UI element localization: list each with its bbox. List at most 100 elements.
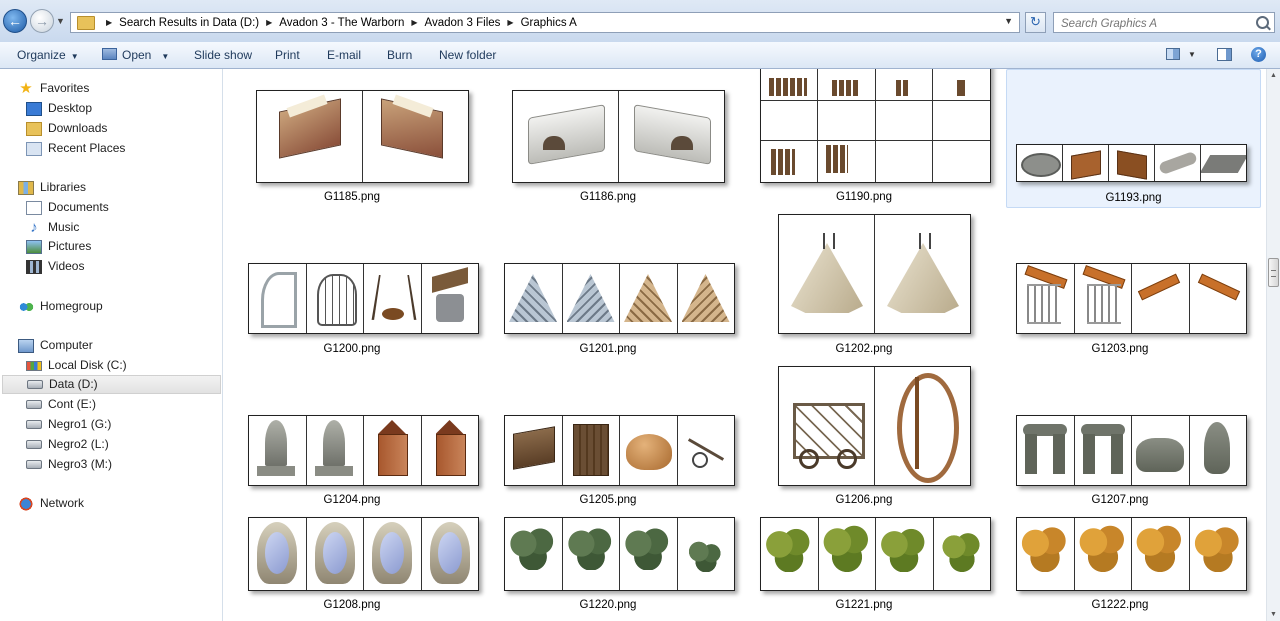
scroll-up-icon[interactable]: ▲ [1270, 72, 1277, 79]
sidebar-item-videos[interactable]: Videos [26, 257, 84, 276]
burn-button[interactable]: Burn [387, 48, 412, 62]
hard-disk-icon [26, 400, 42, 409]
file-name[interactable]: G1208.png [224, 599, 480, 611]
file-name[interactable]: G1190.png [736, 191, 992, 203]
forward-button[interactable]: → [30, 9, 54, 33]
file-name[interactable]: G1220.png [480, 599, 736, 611]
file-item[interactable]: G1208.png [224, 515, 480, 621]
file-item[interactable]: G1201.png [480, 212, 736, 362]
organize-button[interactable]: Organize ▼ [17, 48, 79, 62]
file-item[interactable]: G1190.png [736, 69, 992, 209]
chevron-right-icon[interactable]: ▶ [411, 18, 417, 27]
chevron-right-icon[interactable]: ▶ [106, 18, 112, 27]
file-item[interactable]: G1202.png [736, 212, 992, 362]
file-item[interactable]: G1221.png [736, 515, 992, 621]
sidebar-item-label: Recent Places [48, 141, 126, 155]
file-name[interactable]: G1186.png [480, 191, 736, 203]
breadcrumb-item[interactable]: Avadon 3 Files [425, 17, 501, 29]
hard-disk-icon [26, 420, 42, 429]
file-thumbnail [248, 415, 479, 486]
sidebar-item-negro3-m[interactable]: Negro3 (M:) [26, 455, 112, 474]
recent-pages-dropdown-icon[interactable]: ▼ [56, 16, 65, 26]
file-item[interactable]: G1222.png [992, 515, 1248, 621]
vertical-scrollbar[interactable]: ▲ ▼ [1266, 69, 1280, 621]
file-name[interactable]: G1200.png [224, 343, 480, 355]
file-item[interactable]: G1206.png [736, 365, 992, 513]
sidebar-item-desktop[interactable]: Desktop [26, 99, 92, 118]
file-thumbnail [1016, 517, 1247, 591]
hard-disk-icon [26, 440, 42, 449]
file-item[interactable]: G1205.png [480, 365, 736, 513]
file-item[interactable]: G1204.png [224, 365, 480, 513]
file-name[interactable]: G1201.png [480, 343, 736, 355]
breadcrumb-item[interactable]: Avadon 3 - The Warborn [279, 17, 404, 29]
refresh-button[interactable]: ↻ [1025, 12, 1046, 33]
address-field[interactable]: ▶ Search Results in Data (D:) ▶ Avadon 3… [70, 12, 1020, 33]
file-item[interactable]: G1200.png [224, 212, 480, 362]
breadcrumb-item[interactable]: Graphics A [521, 17, 577, 29]
sidebar-item-negro2-l[interactable]: Negro2 (L:) [26, 435, 109, 454]
file-name[interactable]: G1193.png [1007, 192, 1260, 204]
file-item[interactable]: G1220.png [480, 515, 736, 621]
chevron-right-icon[interactable]: ▶ [266, 18, 272, 27]
sidebar-item-favorites[interactable]: ★ Favorites [18, 79, 89, 98]
sidebar-item-negro1-g[interactable]: Negro1 (G:) [26, 415, 111, 434]
sidebar-item-pictures[interactable]: Pictures [26, 237, 91, 256]
sidebar-item-recent-places[interactable]: Recent Places [26, 139, 125, 158]
search-icon[interactable] [1256, 16, 1269, 29]
search-input[interactable] [1059, 14, 1253, 33]
back-button[interactable]: ← [3, 9, 27, 33]
scroll-down-icon[interactable]: ▼ [1270, 611, 1277, 618]
sidebar-item-label: Local Disk (C:) [48, 358, 127, 372]
new-folder-button[interactable]: New folder [439, 48, 496, 62]
file-name[interactable]: G1206.png [736, 494, 992, 506]
organize-label: Organize [17, 48, 66, 62]
slideshow-button[interactable]: Slide show [194, 48, 252, 62]
file-item[interactable]: G1193.png [1006, 69, 1261, 208]
sidebar-item-homegroup[interactable]: Homegroup [18, 297, 103, 316]
file-name[interactable]: G1202.png [736, 343, 992, 355]
sidebar-item-label: Pictures [48, 239, 92, 253]
file-name[interactable]: G1204.png [224, 494, 480, 506]
sidebar-item-label: Network [40, 496, 85, 510]
sidebar-item-local-disk-c[interactable]: Local Disk (C:) [26, 356, 127, 375]
sidebar-item-libraries[interactable]: Libraries [18, 178, 86, 197]
address-dropdown-icon[interactable]: ▼ [1004, 16, 1013, 26]
email-button[interactable]: E-mail [327, 48, 361, 62]
sidebar-item-documents[interactable]: Documents [26, 198, 109, 217]
print-button[interactable]: Print [275, 48, 300, 62]
chevron-right-icon[interactable]: ▶ [507, 18, 513, 27]
scrollbar-thumb[interactable] [1268, 258, 1279, 287]
file-thumbnail [248, 263, 479, 334]
file-name[interactable]: G1222.png [992, 599, 1248, 611]
file-name[interactable]: G1203.png [992, 343, 1248, 355]
sidebar-item-downloads[interactable]: Downloads [26, 119, 107, 138]
file-thumbnail [504, 517, 735, 591]
file-item[interactable]: G1203.png [992, 212, 1248, 362]
preview-pane-icon[interactable] [1217, 48, 1232, 61]
sidebar-item-data-d[interactable]: Data (D:) [2, 375, 221, 394]
open-button[interactable]: Open ▼ [102, 48, 169, 62]
sidebar-item-music[interactable]: ♪ Music [26, 218, 79, 237]
help-icon[interactable]: ? [1251, 47, 1266, 62]
file-name[interactable]: G1205.png [480, 494, 736, 506]
file-thumbnail [760, 517, 991, 591]
file-name[interactable]: G1207.png [992, 494, 1248, 506]
file-name[interactable]: G1185.png [224, 191, 480, 203]
file-list[interactable]: G1185.png G1186.png G1190.png G1193.png … [224, 69, 1266, 621]
file-thumbnail [1016, 263, 1247, 334]
system-disk-icon [26, 360, 42, 371]
file-item[interactable]: G1185.png [224, 69, 480, 209]
sidebar-item-label: Homegroup [40, 299, 103, 313]
sidebar-item-network[interactable]: Network [18, 494, 84, 513]
breadcrumb-item[interactable]: Search Results in Data (D:) [119, 17, 259, 29]
sidebar-item-label: Favorites [40, 81, 90, 95]
sidebar-item-computer[interactable]: Computer [18, 336, 93, 355]
change-view-icon[interactable] [1166, 48, 1180, 60]
file-item[interactable]: G1186.png [480, 69, 736, 209]
views-dropdown-icon[interactable]: ▼ [1188, 50, 1196, 59]
sidebar-item-cont-e[interactable]: Cont (E:) [26, 395, 96, 414]
file-name[interactable]: G1221.png [736, 599, 992, 611]
file-item[interactable]: G1207.png [992, 365, 1248, 513]
search-box[interactable] [1053, 12, 1275, 33]
